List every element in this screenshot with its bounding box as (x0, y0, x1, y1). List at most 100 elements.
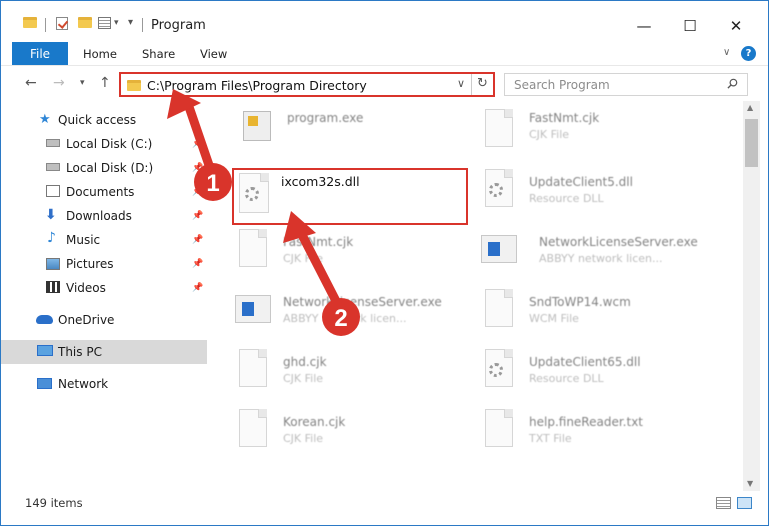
pictures-icon (46, 258, 60, 270)
close-button[interactable]: ✕ (713, 11, 759, 41)
music-icon: ♪ (47, 230, 56, 246)
back-arrow-icon[interactable]: ← (25, 75, 37, 91)
address-bar[interactable]: C:\Program Files\Program Directory ∨ ↻ (119, 72, 495, 97)
sidebar-item-downloads[interactable]: ⬇ Downloads 📌 (1, 204, 207, 228)
large-icons-view-icon[interactable] (737, 497, 752, 509)
computer-icon (37, 345, 53, 356)
download-icon: ⬇ (45, 207, 57, 223)
app-window-icon (233, 287, 273, 335)
new-folder-icon[interactable] (78, 17, 92, 28)
file-item[interactable]: UpdateClient65.dll Resource DLL (479, 347, 729, 405)
file-name: FastNmt.cjk (529, 111, 600, 125)
sidebar-item-documents[interactable]: Documents 📌 (1, 180, 207, 204)
pin-icon[interactable]: 📌 (192, 187, 203, 197)
file-item[interactable]: ghd.cjk CJK File (233, 347, 483, 405)
expand-ribbon-icon[interactable]: ∨ (723, 47, 730, 58)
pin-icon[interactable]: 📌 (192, 259, 203, 269)
sidebar-item-label: Pictures (66, 257, 114, 271)
search-box[interactable]: Search Program (504, 73, 748, 96)
file-name: FastNmt.cjk (283, 235, 354, 249)
minimize-button[interactable]: — (621, 11, 667, 41)
file-item[interactable]: help.fineReader.txt TXT File (479, 407, 729, 465)
sidebar-item-quick-access[interactable]: ★ Quick access (1, 108, 207, 132)
properties-check-icon[interactable] (56, 17, 68, 30)
folder-icon (127, 80, 141, 91)
file-type: ABBYY network licen... (283, 312, 407, 325)
scroll-thumb[interactable] (745, 119, 758, 167)
address-path[interactable]: C:\Program Files\Program Directory (147, 78, 367, 93)
documents-icon (46, 185, 60, 197)
refresh-icon[interactable]: ↻ (477, 76, 488, 91)
scroll-up-icon[interactable]: ▲ (747, 103, 753, 112)
scroll-down-icon[interactable]: ▼ (747, 479, 753, 488)
sidebar-item-local-disk-d[interactable]: Local Disk (D:) 📌 (1, 156, 207, 180)
star-icon: ★ (39, 112, 51, 127)
sidebar-item-network[interactable]: Network (1, 372, 207, 396)
tab-file[interactable]: File (12, 42, 68, 65)
sidebar-item-videos[interactable]: Videos 📌 (1, 276, 207, 300)
file-item[interactable]: NetworkLicenseServer.exe ABBYY network l… (479, 227, 729, 285)
maximize-button[interactable]: ☐ (667, 11, 713, 41)
sidebar-item-label: Downloads (66, 209, 132, 223)
pin-icon[interactable]: 📌 (192, 283, 203, 293)
file-item[interactable]: NetworkLicenseServer.exe ABBYY network l… (233, 287, 483, 345)
file-type: CJK File (283, 252, 324, 265)
file-icon (479, 287, 519, 335)
navigation-bar: ← → ▾ ↑ C:\Program Files\Program Directo… (1, 65, 768, 101)
file-item[interactable]: Korean.cjk CJK File (233, 407, 483, 465)
sidebar-item-label: Local Disk (C:) (66, 137, 153, 151)
sidebar-item-label: Videos (66, 281, 106, 295)
sidebar-item-this-pc[interactable]: This PC (1, 340, 207, 364)
file-icon (233, 227, 273, 275)
file-item[interactable]: SndToWP14.wcm WCM File (479, 287, 729, 345)
drive-icon (46, 163, 60, 171)
separator (45, 18, 46, 32)
customize-toolbar-icon[interactable]: ▾ (128, 17, 133, 28)
file-item[interactable]: FastNmt.cjk CJK File (479, 107, 729, 165)
sidebar-item-local-disk-c[interactable]: Local Disk (C:) 📌 (1, 132, 207, 156)
sidebar-item-label: OneDrive (58, 313, 115, 327)
recent-locations-icon[interactable]: ▾ (80, 78, 85, 88)
file-item[interactable]: FastNmt.cjk CJK File (233, 227, 483, 285)
sidebar-item-onedrive[interactable]: OneDrive (1, 308, 207, 332)
pin-icon[interactable]: 📌 (192, 139, 203, 149)
item-count: 149 items (25, 496, 83, 510)
sidebar-item-music[interactable]: ♪ Music 📌 (1, 228, 207, 252)
tab-view[interactable]: View (200, 47, 227, 61)
status-bar: 149 items (1, 491, 768, 525)
quick-access-dropdown-icon[interactable]: ▾ (114, 18, 119, 28)
up-arrow-icon[interactable]: ↑ (99, 75, 111, 91)
help-button[interactable]: ? (741, 46, 756, 61)
file-item[interactable]: program.exe (237, 107, 487, 165)
search-input[interactable]: Search Program (514, 78, 610, 92)
file-type: CJK File (283, 372, 324, 385)
file-item[interactable]: UpdateClient5.dll Resource DLL (479, 167, 729, 225)
pin-icon[interactable]: 📌 (192, 163, 203, 173)
details-view-icon[interactable] (716, 497, 731, 509)
pin-icon[interactable]: 📌 (192, 211, 203, 221)
file-name: ghd.cjk (283, 355, 327, 369)
exe-icon (237, 107, 277, 155)
file-name: UpdateClient65.dll (529, 355, 641, 369)
file-type: CJK File (529, 128, 570, 141)
app-window-icon (479, 227, 519, 275)
network-icon (37, 378, 52, 389)
tab-home[interactable]: Home (83, 47, 117, 61)
search-icon (727, 78, 738, 89)
file-icon (233, 347, 273, 395)
file-icon (233, 407, 273, 455)
drive-icon (46, 139, 60, 147)
file-name: program.exe (287, 111, 364, 125)
forward-arrow-icon[interactable]: → (53, 75, 65, 91)
window-title: Program (151, 18, 206, 33)
vertical-scrollbar[interactable]: ▲ ▼ (743, 101, 760, 491)
dll-gear-icon (479, 167, 519, 215)
sidebar-item-pictures[interactable]: Pictures 📌 (1, 252, 207, 276)
properties-icon[interactable] (98, 17, 111, 29)
highlight-box (232, 168, 468, 225)
tab-share[interactable]: Share (142, 47, 175, 61)
file-type: WCM File (529, 312, 579, 325)
pin-icon[interactable]: 📌 (192, 235, 203, 245)
file-type: Resource DLL (529, 372, 604, 385)
chevron-down-icon[interactable]: ∨ (457, 77, 465, 90)
